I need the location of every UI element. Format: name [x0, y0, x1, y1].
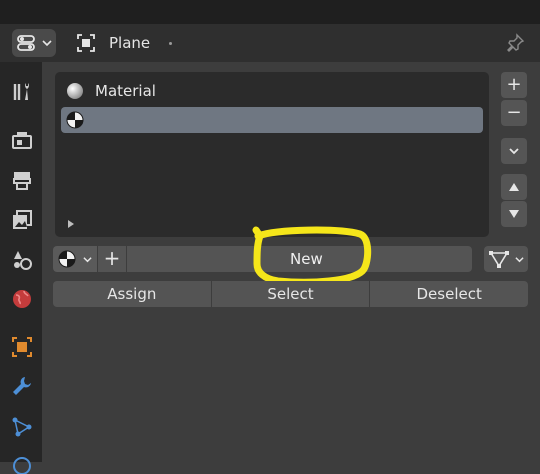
properties-tabs-sidebar	[0, 62, 42, 474]
material-ball-icon	[66, 111, 84, 129]
assign-button[interactable]: Assign	[53, 281, 211, 307]
plus-icon: +	[506, 74, 522, 95]
chevron-down-icon	[509, 148, 519, 155]
slot-specials-menu-button[interactable]	[501, 138, 527, 164]
list-item[interactable]	[61, 107, 483, 133]
triangle-down-icon	[509, 210, 519, 218]
pin-icon[interactable]	[504, 32, 526, 54]
add-slot-button[interactable]: +	[501, 72, 527, 98]
list-item[interactable]: Material	[61, 78, 483, 104]
tool-icon[interactable]	[10, 80, 34, 104]
move-slot-up-button[interactable]	[501, 174, 527, 200]
material-properties-panel: Material + − + New Assign Select Deselec…	[44, 62, 540, 462]
view-layer-icon[interactable]	[10, 208, 34, 232]
chevron-down-icon	[83, 257, 92, 263]
scene-icon[interactable]	[10, 248, 34, 272]
slot-label: Material	[95, 82, 156, 100]
select-button[interactable]: Select	[211, 281, 370, 307]
separator-dot	[169, 42, 172, 45]
material-ball-icon	[58, 250, 76, 268]
vertex-mode-button[interactable]	[484, 246, 528, 272]
remove-slot-button[interactable]: −	[501, 100, 527, 126]
add-material-button[interactable]: +	[98, 246, 126, 272]
top-bar	[0, 0, 540, 24]
vertex-select-icon	[489, 251, 509, 268]
deselect-button[interactable]: Deselect	[370, 281, 529, 307]
slot-actions-row: Assign Select Deselect	[53, 281, 529, 307]
object-icon[interactable]	[10, 335, 34, 359]
physics-icon[interactable]	[10, 450, 34, 474]
chevron-down-icon	[42, 40, 52, 47]
plus-icon: +	[103, 246, 121, 270]
wrench-icon[interactable]	[10, 374, 34, 398]
minus-icon: −	[506, 102, 522, 123]
object-data-icon	[77, 34, 95, 52]
highlight-annotation	[252, 226, 372, 286]
chevron-down-icon	[515, 257, 524, 263]
expand-triangle-icon[interactable]	[67, 220, 75, 228]
properties-editor-icon	[17, 35, 35, 51]
material-sphere-icon	[67, 83, 83, 99]
render-icon[interactable]	[10, 128, 34, 152]
object-name: Plane	[109, 34, 151, 52]
move-slot-down-button[interactable]	[501, 201, 527, 227]
triangle-up-icon	[509, 183, 519, 191]
output-icon[interactable]	[10, 168, 34, 192]
browse-material-button[interactable]	[53, 246, 97, 272]
material-slot-list[interactable]: Material	[55, 72, 489, 237]
particles-icon[interactable]	[10, 415, 34, 439]
world-icon[interactable]	[10, 287, 34, 311]
properties-header: Plane	[0, 24, 540, 62]
editor-type-button[interactable]	[12, 29, 56, 57]
